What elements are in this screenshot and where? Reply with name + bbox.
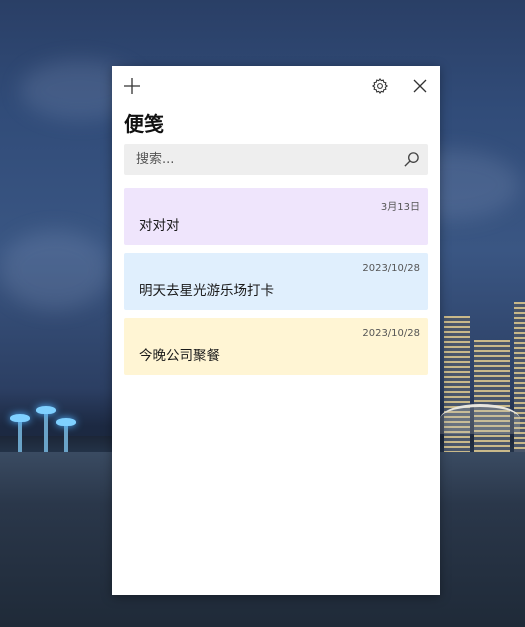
sticky-notes-window: 便笺 3月13日 对对对 2023/10/28 明天去星光游乐场打卡 2023/… [112,66,440,595]
app-title: 便笺 [124,112,164,136]
city-skyline [440,300,525,452]
note-card[interactable]: 2023/10/28 今晚公司聚餐 [124,318,428,375]
title-bar [112,66,440,106]
notes-list: 3月13日 对对对 2023/10/28 明天去星光游乐场打卡 2023/10/… [124,188,428,383]
note-date: 2023/10/28 [362,328,420,339]
note-card[interactable]: 2023/10/28 明天去星光游乐场打卡 [124,253,428,310]
search-box [124,144,428,175]
note-text: 今晚公司聚餐 [139,348,220,364]
note-text: 明天去星光游乐场打卡 [139,283,274,299]
gear-icon[interactable] [368,74,392,98]
search-icon[interactable] [403,151,420,168]
gardens-skyline [0,398,112,454]
note-date: 2023/10/28 [362,263,420,274]
close-icon[interactable] [408,74,432,98]
note-card[interactable]: 3月13日 对对对 [124,188,428,245]
note-text: 对对对 [139,218,180,234]
search-input[interactable] [124,144,394,175]
plus-icon[interactable] [120,74,144,98]
note-date: 3月13日 [380,202,420,213]
